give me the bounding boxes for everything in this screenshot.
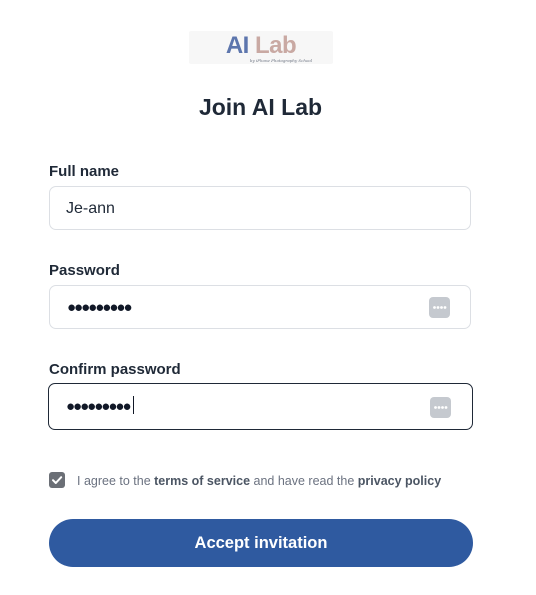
terms-of-service-link[interactable]: terms of service — [154, 474, 250, 488]
full-name-input[interactable]: Je-ann — [49, 186, 471, 230]
agree-checkbox[interactable] — [49, 472, 65, 488]
confirm-password-value-wrap: ●●●●●●●●● — [66, 384, 134, 429]
confirm-password-input[interactable]: ●●●●●●●●● — [48, 383, 473, 430]
checkmark-icon — [52, 476, 63, 484]
agreement-middle: and have read the — [250, 474, 358, 488]
password-dots-icon[interactable] — [429, 297, 450, 318]
full-name-label: Full name — [49, 163, 120, 180]
password-label: Password — [49, 262, 120, 279]
privacy-policy-link[interactable]: privacy policy — [358, 474, 441, 488]
ai-lab-logo: AI Lab by iPhone Photography School — [189, 31, 333, 64]
full-name-value: Je-ann — [66, 200, 115, 217]
password-masked-value: ●●●●●●●●● — [67, 299, 133, 316]
logo-wordmark: AI Lab — [189, 33, 333, 59]
logo-tagline: by iPhone Photography School — [249, 58, 313, 63]
accept-invitation-button[interactable]: Accept invitation — [49, 519, 473, 567]
confirm-password-masked-value: ●●●●●●●●● — [66, 398, 132, 415]
text-caret — [132, 396, 134, 414]
agreement-prefix: I agree to the — [77, 474, 155, 488]
confirm-password-label: Confirm password — [49, 361, 181, 378]
password-dots-icon[interactable] — [430, 397, 451, 418]
password-input[interactable]: ●●●●●●●●● — [49, 285, 471, 329]
logo-lab-text: Lab — [248, 32, 297, 59]
agreement-text: I agree to the terms of service and have… — [77, 473, 441, 489]
logo-ai-text: AI — [225, 32, 250, 59]
page-title: Join AI Lab — [198, 94, 323, 120]
